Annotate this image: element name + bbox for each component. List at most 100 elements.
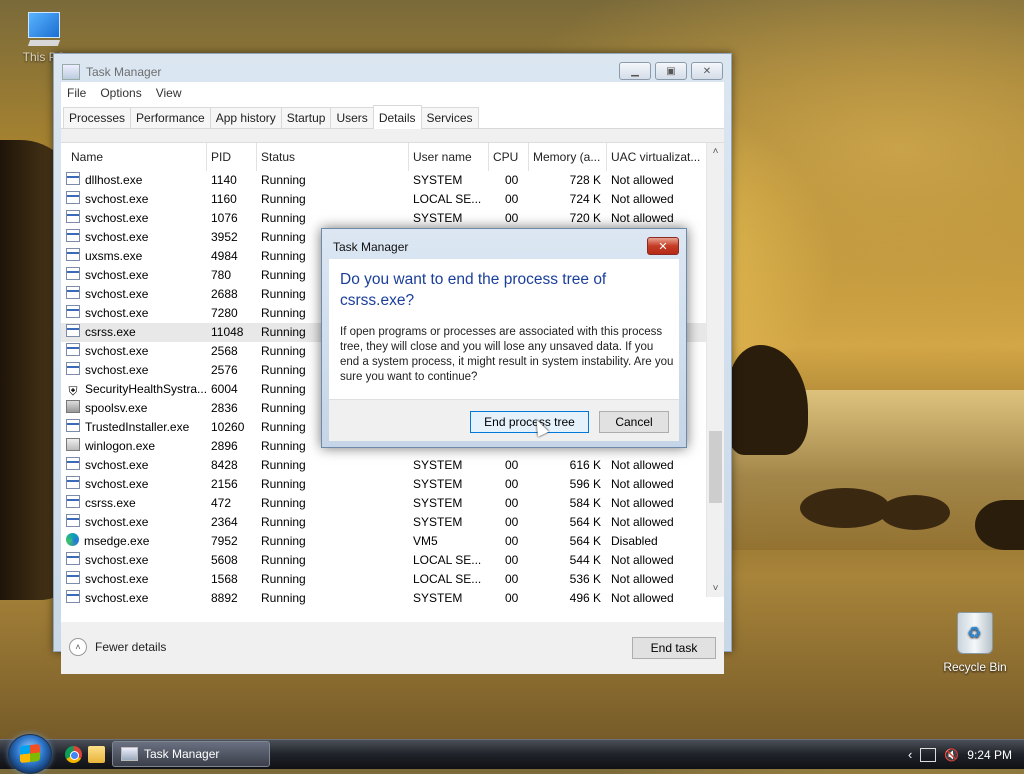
tab-startup[interactable]: Startup — [280, 107, 332, 128]
process-name: svchost.exe — [85, 344, 149, 358]
table-row[interactable]: svchost.exe 8428 Running SYSTEM 00 616 K Not a… — [61, 456, 707, 475]
tab-services[interactable]: Services — [420, 107, 479, 128]
menu-options[interactable]: Options — [100, 86, 141, 100]
recycle-bin-desktop-icon[interactable]: ♻ Recycle Bin — [940, 612, 1010, 674]
network-icon[interactable] — [920, 747, 937, 762]
process-icon — [66, 362, 80, 375]
process-name: winlogon.exe — [85, 439, 156, 453]
table-row[interactable]: svchost.exe 1568 Running LOCAL SE... 00 536 K… — [61, 570, 707, 589]
system-tray: ‹ 🔇 9:24 PM — [908, 740, 1012, 769]
cell-user: SYSTEM — [413, 515, 463, 529]
table-row[interactable]: msedge.exe 7952 Running VM5 00 564 K Disabled — [61, 532, 707, 551]
dialog-close-button[interactable]: ✕ — [647, 237, 679, 255]
cell-name: csrss.exe — [61, 494, 207, 513]
scroll-up-icon[interactable]: ˄ — [707, 143, 724, 160]
table-row[interactable]: svchost.exe 5608 Running LOCAL SE... 00 544 K… — [61, 551, 707, 570]
cell-cpu: 00 — [505, 192, 519, 206]
cell-user: SYSTEM — [413, 458, 463, 472]
column-header-status[interactable]: Status — [257, 143, 409, 171]
cell-name: svchost.exe — [61, 361, 207, 380]
cell-pid: 8428 — [211, 458, 238, 472]
cell-name: ⛨ SecurityHealthSystra... — [61, 380, 207, 399]
process-name: svchost.exe — [85, 268, 149, 282]
cell-user: SYSTEM — [413, 211, 463, 225]
cell-mem: 544 K — [569, 553, 601, 567]
process-icon — [66, 457, 80, 470]
volume-muted-icon[interactable]: 🔇 — [944, 748, 959, 762]
cell-name: svchost.exe — [61, 285, 207, 304]
cell-pid: 2568 — [211, 344, 238, 358]
cell-name: svchost.exe — [61, 513, 207, 532]
end-task-button[interactable]: End task — [632, 637, 716, 659]
tab-app-history[interactable]: App history — [209, 107, 282, 128]
process-icon — [66, 514, 80, 527]
table-row[interactable]: svchost.exe 2156 Running SYSTEM 00 596 K Not a… — [61, 475, 707, 494]
minimize-button[interactable]: ▁ — [619, 62, 651, 80]
cancel-button[interactable]: Cancel — [599, 411, 669, 433]
windows-logo-icon — [20, 743, 40, 764]
menu-file[interactable]: File — [67, 86, 86, 100]
tab-users[interactable]: Users — [330, 107, 374, 128]
tab-processes[interactable]: Processes — [63, 107, 132, 128]
taskbar: Task Manager ‹ 🔇 9:24 PM — [0, 734, 1024, 774]
cell-name: svchost.exe — [61, 475, 207, 494]
process-name: svchost.exe — [85, 572, 149, 586]
column-header-user-name[interactable]: User name — [409, 143, 489, 171]
process-name: csrss.exe — [85, 496, 136, 510]
menu-view[interactable]: View — [156, 86, 182, 100]
process-icon — [66, 172, 80, 185]
cell-mem: 564 K — [569, 515, 601, 529]
cell-name: spoolsv.exe — [61, 399, 207, 418]
close-button[interactable]: ✕ — [691, 62, 723, 80]
show-hidden-icons-icon[interactable]: ‹ — [908, 747, 912, 762]
column-header-name[interactable]: Name — [61, 143, 207, 171]
window-title-bar[interactable]: Task Manager — [62, 63, 161, 81]
status-bar: ˄ Fewer details End task — [61, 622, 724, 674]
column-header-cpu[interactable]: CPU — [489, 143, 529, 171]
end-process-tree-button[interactable]: End process tree — [470, 411, 589, 433]
table-row[interactable]: dllhost.exe 1140 Running SYSTEM 00 728 K Not a… — [61, 171, 707, 190]
process-name: svchost.exe — [85, 363, 149, 377]
cell-pid: 1160 — [211, 192, 237, 206]
fewer-details-button[interactable]: ˄ Fewer details — [69, 638, 166, 656]
cell-mem: 536 K — [569, 572, 601, 586]
table-row[interactable]: svchost.exe 2364 Running SYSTEM 00 564 K Not a… — [61, 513, 707, 532]
scrollbar-thumb[interactable] — [709, 431, 722, 503]
cell-uac: Not allowed — [611, 553, 674, 567]
printer-icon — [66, 400, 80, 413]
column-header-memory[interactable]: Memory (a... — [529, 143, 607, 171]
chrome-icon[interactable] — [65, 746, 82, 763]
start-button[interactable] — [8, 734, 52, 774]
cell-pid: 6004 — [211, 382, 238, 396]
cell-cpu: 00 — [505, 572, 519, 586]
cell-pid: 5608 — [211, 553, 238, 567]
cell-cpu: 00 — [505, 534, 519, 548]
cell-uac: Disabled — [611, 534, 658, 548]
process-icon — [66, 267, 80, 280]
clock[interactable]: 9:24 PM — [967, 748, 1012, 762]
taskbar-task-manager-button[interactable]: Task Manager — [112, 741, 270, 767]
cell-name: svchost.exe — [61, 190, 207, 209]
column-header-uac[interactable]: UAC virtualizat... — [607, 143, 707, 171]
column-header-pid[interactable]: PID — [207, 143, 257, 171]
file-explorer-icon[interactable] — [88, 746, 105, 763]
desktop-icon-label: Recycle Bin — [943, 660, 1007, 674]
desktop-rock — [728, 345, 808, 455]
scroll-down-icon[interactable]: ˅ — [707, 580, 724, 597]
cell-status: Running — [261, 553, 306, 567]
table-row[interactable]: csrss.exe 472 Running SYSTEM 00 584 K Not allo… — [61, 494, 707, 513]
cell-user: LOCAL SE... — [413, 553, 482, 567]
table-row[interactable]: svchost.exe 8892 Running SYSTEM 00 496 K Not a… — [61, 589, 707, 608]
window-title: Task Manager — [86, 65, 162, 79]
vertical-scrollbar[interactable]: ˄ ˅ — [706, 143, 724, 597]
cell-name: svchost.exe — [61, 266, 207, 285]
cell-status: Running — [261, 173, 306, 187]
cell-uac: Not allowed — [611, 173, 674, 187]
cell-pid: 2364 — [211, 515, 238, 529]
table-row[interactable]: svchost.exe 1076 Running SYSTEM 00 720 K Not a… — [61, 209, 707, 228]
tab-performance[interactable]: Performance — [130, 107, 211, 128]
cell-mem: 616 K — [569, 458, 601, 472]
maximize-button[interactable]: ▣ — [655, 62, 687, 80]
table-row[interactable]: svchost.exe 1160 Running LOCAL SE... 00 724 K… — [61, 190, 707, 209]
tab-details[interactable]: Details — [372, 105, 422, 129]
